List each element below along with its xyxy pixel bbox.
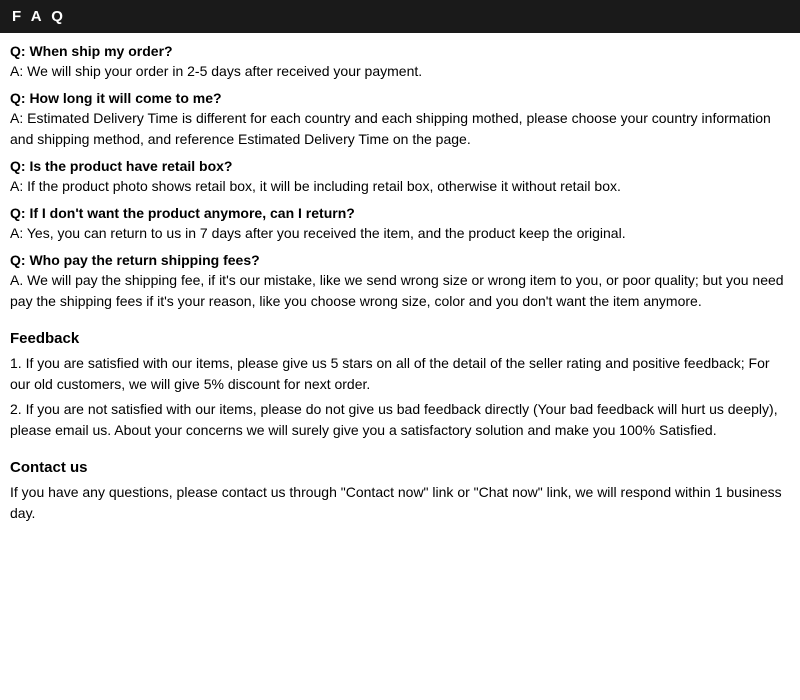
faq-header: F A Q	[0, 0, 800, 33]
answer-1: A: Estimated Delivery Time is different …	[10, 108, 790, 150]
feedback-item-1: 2. If you are not satisfied with our ite…	[10, 399, 790, 441]
question-4: Q: Who pay the return shipping fees?	[10, 252, 790, 268]
qa-block-3: Q: If I don't want the product anymore, …	[10, 205, 790, 244]
question-2: Q: Is the product have retail box?	[10, 158, 790, 174]
contact-title: Contact us	[10, 459, 790, 476]
feedback-title: Feedback	[10, 330, 790, 347]
question-3: Q: If I don't want the product anymore, …	[10, 205, 790, 221]
feedback-item-0: 1. If you are satisfied with our items, …	[10, 353, 790, 395]
qa-block-4: Q: Who pay the return shipping fees? A. W…	[10, 252, 790, 312]
contact-section: Contact us If you have any questions, pl…	[10, 459, 790, 524]
contact-text: If you have any questions, please contac…	[10, 482, 790, 524]
feedback-section: Feedback 1. If you are satisfied with ou…	[10, 330, 790, 441]
question-0: Q: When ship my order?	[10, 43, 790, 59]
qa-block-1: Q: How long it will come to me? A: Estima…	[10, 90, 790, 150]
faq-section: Q: When ship my order? A: We will ship yo…	[10, 43, 790, 312]
answer-0: A: We will ship your order in 2-5 days a…	[10, 61, 790, 82]
qa-block-2: Q: Is the product have retail box? A: If …	[10, 158, 790, 197]
qa-block-0: Q: When ship my order? A: We will ship yo…	[10, 43, 790, 82]
main-content: Q: When ship my order? A: We will ship yo…	[0, 43, 800, 524]
answer-4: A. We will pay the shipping fee, if it's…	[10, 270, 790, 312]
answer-3: A: Yes, you can return to us in 7 days a…	[10, 223, 790, 244]
question-1: Q: How long it will come to me?	[10, 90, 790, 106]
answer-2: A: If the product photo shows retail box…	[10, 176, 790, 197]
